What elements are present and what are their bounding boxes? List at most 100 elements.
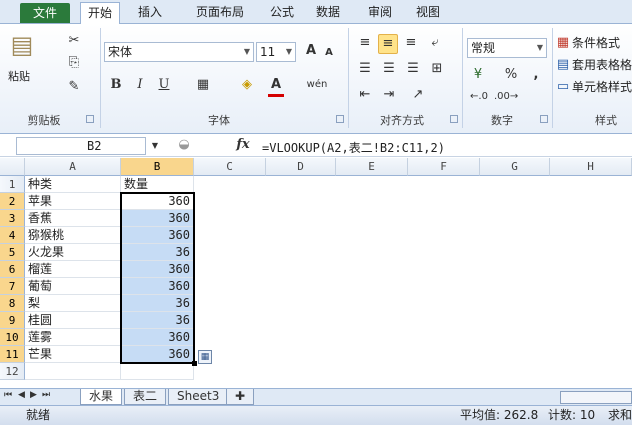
column-header-a[interactable]: A [25, 158, 121, 176]
font-size-combo[interactable]: 11 ▼ [256, 42, 296, 62]
alignment-launcher-icon[interactable] [450, 115, 458, 123]
formula-bar-expand-icon[interactable]: ◒ [176, 136, 192, 154]
phonetic-button[interactable]: wén [300, 76, 334, 94]
column-header-h[interactable]: H [550, 158, 632, 176]
align-bottom-icon[interactable]: ≡ [402, 34, 420, 52]
column-header-e[interactable]: E [336, 158, 408, 176]
table-cell[interactable]: 360 [121, 193, 194, 210]
row-header[interactable]: 2 [0, 193, 25, 210]
shrink-font-button[interactable]: A [322, 44, 336, 62]
row-header[interactable]: 10 [0, 329, 25, 346]
column-header-f[interactable]: F [408, 158, 480, 176]
table-cell[interactable]: 数量 [121, 176, 194, 193]
fill-handle[interactable] [192, 361, 197, 366]
first-sheet-icon[interactable]: ⏮ [4, 390, 12, 400]
column-header-c[interactable]: C [194, 158, 266, 176]
table-cell[interactable]: 桂圆 [25, 312, 121, 329]
sheet-tab-fruit[interactable]: 水果 [80, 389, 123, 405]
table-cell[interactable] [25, 363, 121, 380]
tab-home[interactable]: 开始 [80, 2, 120, 24]
align-top-icon[interactable]: ≡ [356, 34, 374, 52]
chevron-down-icon[interactable]: ▼ [150, 137, 160, 155]
table-cell[interactable]: 360 [121, 278, 194, 295]
orientation-icon[interactable]: ↗ [408, 86, 428, 104]
grow-font-button[interactable]: A [303, 42, 319, 60]
sheet-tab-sheet3[interactable]: Sheet3 [168, 389, 229, 405]
paste-icon[interactable]: ▤ [8, 30, 36, 64]
tab-view[interactable]: 视图 [408, 2, 448, 24]
table-cell[interactable]: 莲雾 [25, 329, 121, 346]
sheet-tab-table2[interactable]: 表二 [124, 389, 167, 405]
cell-style-icon[interactable]: ▭ [556, 78, 570, 96]
table-cell[interactable]: 360 [121, 261, 194, 278]
table-cell[interactable]: 360 [121, 227, 194, 244]
row-header[interactable]: 4 [0, 227, 25, 244]
font-name-combo[interactable]: 宋体 ▼ [104, 42, 254, 62]
align-middle-icon[interactable]: ≡ [378, 34, 398, 54]
table-cell[interactable]: 梨 [25, 295, 121, 312]
cell-style-button[interactable]: 单元格样式 [572, 78, 632, 95]
tab-insert[interactable]: 插入 [130, 2, 170, 24]
table-cell[interactable]: 种类 [25, 176, 121, 193]
table-cell[interactable]: 36 [121, 295, 194, 312]
last-sheet-icon[interactable]: ⏭ [42, 390, 50, 400]
column-header-g[interactable]: G [480, 158, 550, 176]
table-format-button[interactable]: 套用表格格 [572, 56, 632, 73]
table-cell[interactable]: 榴莲 [25, 261, 121, 278]
row-header[interactable]: 6 [0, 261, 25, 278]
fill-color-icon[interactable]: ◈ [238, 76, 256, 94]
paste-button[interactable]: 粘贴 [8, 68, 30, 84]
table-cell[interactable]: 芒果 [25, 346, 121, 363]
italic-button[interactable]: I [132, 76, 148, 94]
next-sheet-icon[interactable]: ▶ [30, 390, 37, 400]
tab-review[interactable]: 审阅 [360, 2, 400, 24]
row-header[interactable]: 1 [0, 176, 25, 193]
clipboard-launcher-icon[interactable] [86, 115, 94, 123]
bold-button[interactable]: B [108, 76, 124, 94]
row-header[interactable]: 8 [0, 295, 25, 312]
table-cell[interactable]: 36 [121, 312, 194, 329]
conditional-format-button[interactable]: 条件格式 [572, 34, 620, 51]
underline-button[interactable]: U [156, 76, 172, 94]
row-header[interactable]: 3 [0, 210, 25, 227]
tab-formulas[interactable]: 公式 [262, 2, 302, 24]
prev-sheet-icon[interactable]: ◀ [18, 390, 25, 400]
decrease-decimal-icon[interactable]: .00→ [494, 88, 518, 106]
table-cell[interactable]: 苹果 [25, 193, 121, 210]
table-cell[interactable]: 火龙果 [25, 244, 121, 261]
number-format-combo[interactable]: 常规 ▼ [467, 38, 547, 58]
table-format-icon[interactable]: ▤ [556, 56, 570, 74]
row-header[interactable]: 9 [0, 312, 25, 329]
row-header[interactable]: 7 [0, 278, 25, 295]
cut-icon[interactable]: ✂ [66, 32, 82, 50]
tab-page-layout[interactable]: 页面布局 [185, 2, 255, 24]
border-icon[interactable]: ▦ [194, 76, 212, 94]
row-header[interactable]: 11 [0, 346, 25, 363]
comma-button[interactable]: , [530, 66, 542, 84]
increase-indent-icon[interactable]: ⇥ [380, 86, 398, 104]
copy-icon[interactable]: ⎘ [66, 54, 82, 72]
table-cell[interactable]: 360 [121, 329, 194, 346]
formula-input[interactable]: =VLOOKUP(A2,表二!B2:C11,2) [262, 139, 445, 156]
table-cell[interactable]: 360 [121, 346, 194, 363]
decrease-indent-icon[interactable]: ⇤ [356, 86, 374, 104]
wrap-text-icon[interactable]: ⤶ [426, 34, 444, 52]
horizontal-scrollbar[interactable] [560, 391, 632, 404]
table-cell[interactable]: 360 [121, 210, 194, 227]
column-header-d[interactable]: D [266, 158, 336, 176]
percent-button[interactable]: % [504, 66, 518, 84]
align-left-icon[interactable]: ☰ [356, 60, 374, 78]
table-cell[interactable]: 香蕉 [25, 210, 121, 227]
insert-sheet-icon[interactable]: ✚ [226, 389, 255, 405]
insert-function-button[interactable]: fx [234, 136, 252, 154]
table-cell[interactable]: 36 [121, 244, 194, 261]
select-all-corner[interactable] [0, 158, 25, 176]
table-cell[interactable]: 葡萄 [25, 278, 121, 295]
align-center-icon[interactable]: ☰ [380, 60, 398, 78]
increase-decimal-icon[interactable]: ←.0 [468, 88, 490, 106]
name-box[interactable]: B2 [16, 137, 146, 155]
table-cell[interactable]: 猕猴桃 [25, 227, 121, 244]
column-header-b[interactable]: B [121, 158, 194, 176]
font-color-button[interactable]: A [268, 76, 284, 97]
conditional-format-icon[interactable]: ▦ [556, 34, 570, 52]
